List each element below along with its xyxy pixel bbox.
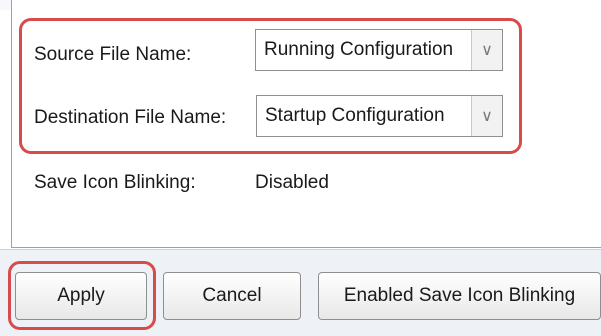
highlight-frame-selects	[19, 18, 522, 154]
cancel-button[interactable]: Cancel	[163, 272, 301, 320]
save-icon-blinking-value-row: Disabled	[255, 172, 329, 194]
highlight-frame-apply	[8, 261, 156, 330]
enabled-save-icon-blinking-button[interactable]: Enabled Save Icon Blinking	[318, 272, 601, 320]
save-icon-blinking-label: Save Icon Blinking:	[34, 172, 196, 193]
copy-save-configuration-page: Source File Name: Running Configuration …	[0, 0, 601, 336]
save-icon-blinking-value: Disabled	[255, 172, 329, 193]
save-icon-blinking-row: Save Icon Blinking:	[34, 172, 196, 194]
